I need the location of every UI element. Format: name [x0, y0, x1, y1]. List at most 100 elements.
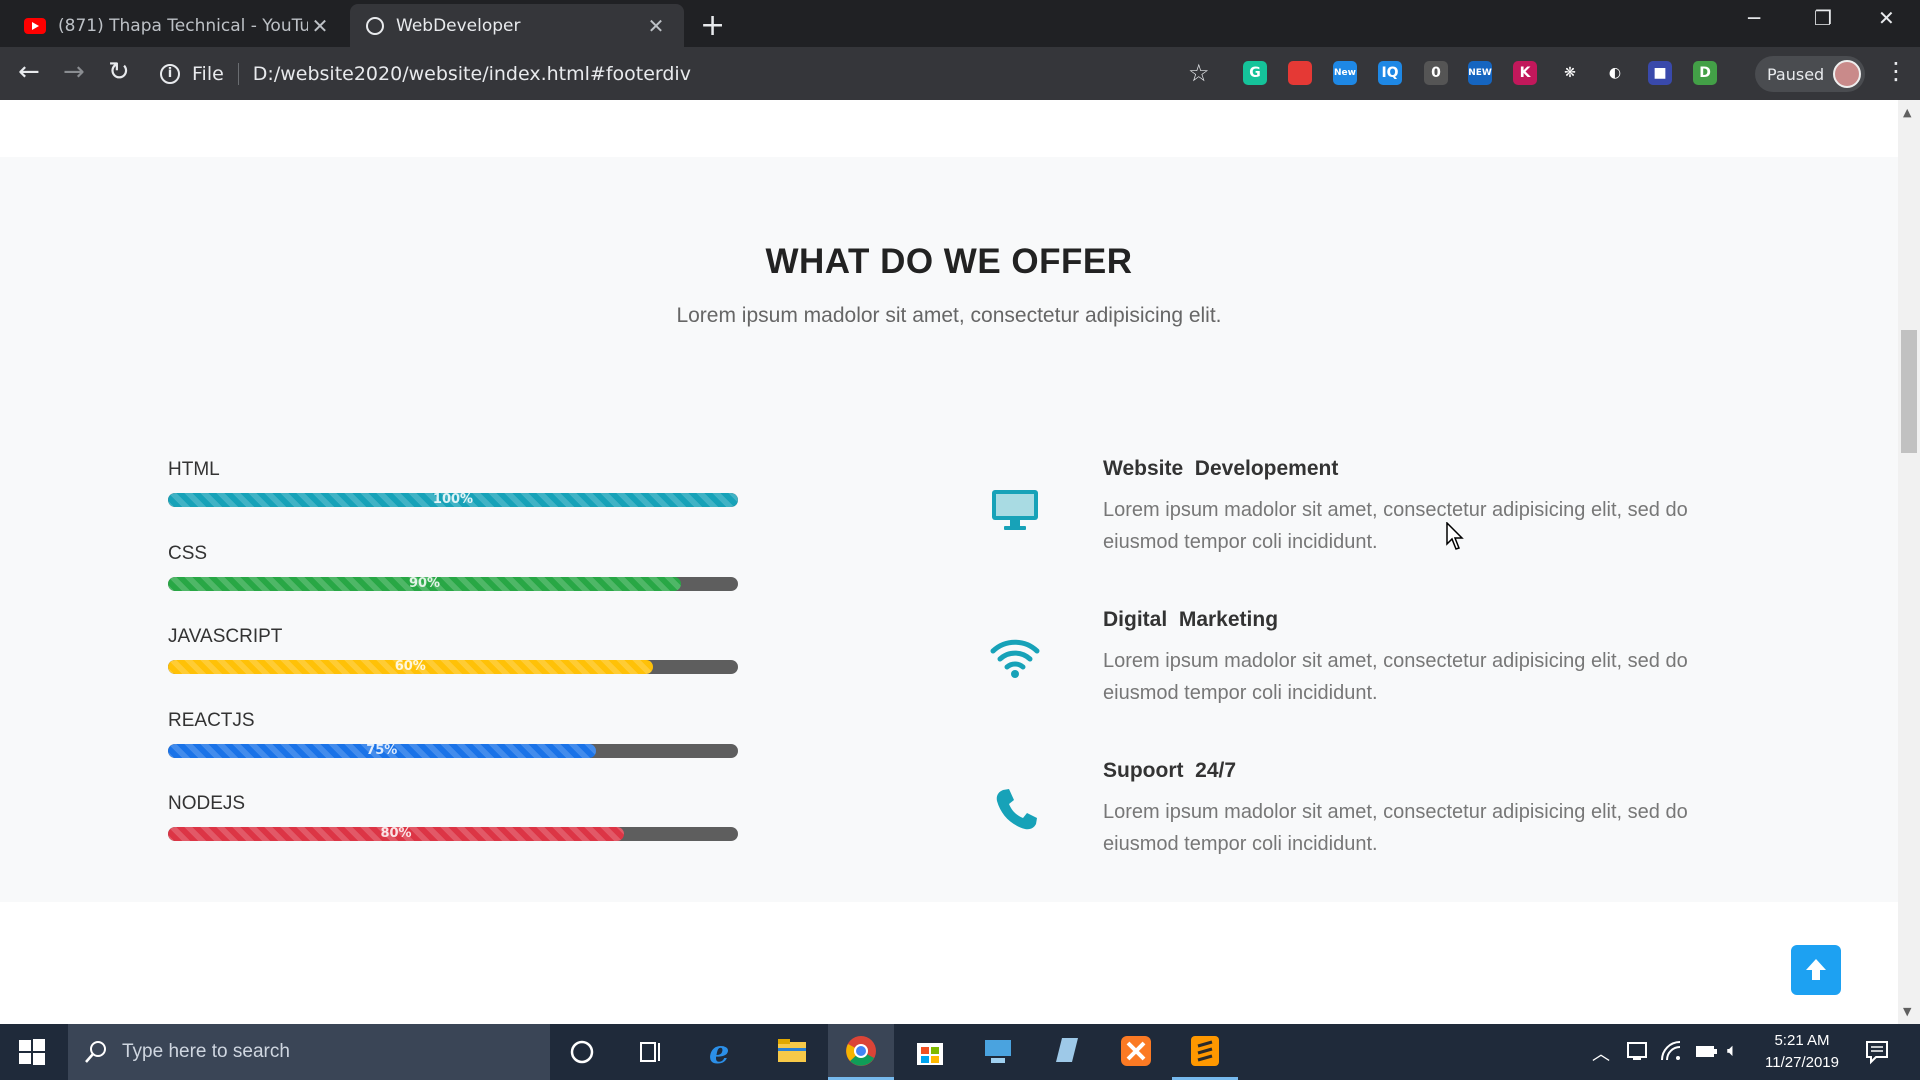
progress-bar: 60%	[168, 660, 738, 674]
arrow-up-icon	[1806, 959, 1826, 980]
counter-icon[interactable]: 0	[1424, 61, 1448, 85]
taskbar-search-input[interactable]: Type here to search	[68, 1024, 550, 1080]
tab-strip: (871) Thapa Technical - YouTube ✕ WebDev…	[0, 0, 1920, 47]
new-tab-button[interactable]: +	[700, 8, 725, 43]
search-placeholder: Type here to search	[122, 1041, 290, 1062]
wifi-tray-icon[interactable]	[1660, 1040, 1682, 1062]
tab-youtube[interactable]: (871) Thapa Technical - YouTube ✕	[8, 4, 348, 47]
cortana-icon[interactable]	[568, 1038, 596, 1066]
service-description: Lorem ipsum madolor sit amet, consectetu…	[1103, 650, 1688, 704]
volume-icon[interactable]: 🔈︎	[1727, 1040, 1738, 1061]
progress-bar: 75%	[168, 744, 738, 758]
forward-button[interactable]: →	[63, 57, 85, 87]
remote-desktop-icon[interactable]	[981, 1034, 1015, 1068]
offer-section: WHAT DO WE OFFER Lorem ipsum madolor sit…	[0, 157, 1898, 902]
skill-item: JAVASCRIPT 60%	[168, 626, 738, 674]
progress-fill: 60%	[168, 660, 653, 674]
reload-button[interactable]: ↻	[108, 57, 130, 87]
progress-fill: 100%	[168, 493, 738, 507]
notepad-icon[interactable]	[1050, 1034, 1084, 1068]
d-icon[interactable]: D	[1693, 61, 1717, 85]
file-explorer-icon[interactable]	[775, 1034, 809, 1068]
skill-item: HTML 100%	[168, 459, 738, 507]
tray-chevron-icon[interactable]: ︿	[1592, 1040, 1610, 1066]
network-status-icon[interactable]	[1626, 1040, 1648, 1062]
progress-percent: 90%	[408, 577, 441, 591]
back-to-top-button[interactable]	[1791, 945, 1841, 995]
grammarly-icon[interactable]: G	[1243, 61, 1267, 85]
mouse-cursor-icon	[1446, 522, 1464, 550]
tab-title: (871) Thapa Technical - YouTube	[58, 15, 308, 36]
minimize-button[interactable]: ─	[1748, 6, 1760, 30]
progress-percent: 100%	[432, 493, 474, 507]
gear-ext-icon[interactable]: ❋	[1558, 61, 1582, 85]
section-title: WHAT DO WE OFFER	[765, 242, 1133, 281]
red-bookmark-icon[interactable]	[1288, 61, 1312, 85]
skill-label: HTML	[168, 459, 220, 480]
iq-icon[interactable]: IQ	[1378, 61, 1402, 85]
compass-ext-icon[interactable]: ◐	[1603, 61, 1627, 85]
bookmark-star-icon[interactable]: ☆	[1188, 59, 1210, 87]
skill-label: NODEJS	[168, 793, 246, 814]
phone-icon	[996, 789, 1037, 830]
section-subtitle: Lorem ipsum madolor sit amet, consectetu…	[676, 304, 1222, 327]
notification-icon[interactable]	[1864, 1039, 1890, 1065]
progress-percent: 75%	[366, 744, 398, 758]
globe-icon	[366, 16, 384, 35]
scroll-down-arrow-icon[interactable]: ▼	[1903, 1005, 1911, 1018]
service-description: Lorem ipsum madolor sit amet, consectetu…	[1103, 801, 1688, 855]
progress-fill: 90%	[168, 577, 681, 591]
restore-button[interactable]: ❐	[1814, 6, 1832, 30]
service-description: Lorem ipsum madolor sit amet, consectetu…	[1103, 499, 1688, 553]
progress-percent: 80%	[380, 827, 412, 841]
progress-fill: 75%	[168, 744, 596, 758]
vertical-scrollbar[interactable]	[1898, 100, 1920, 1024]
url-text[interactable]: D:/website2020/website/index.html#footer…	[253, 63, 691, 85]
window-close-button[interactable]: ✕	[1878, 6, 1895, 30]
new-badge-icon[interactable]: New	[1333, 61, 1357, 85]
progress-fill: 80%	[168, 827, 624, 841]
scheme-label: File	[192, 63, 239, 85]
skill-item: NODEJS 80%	[168, 793, 738, 841]
xampp-icon[interactable]	[1119, 1034, 1153, 1068]
taskbar-clock[interactable]: 5:21 AM 11/27/2019	[1742, 1030, 1862, 1074]
scroll-up-arrow-icon[interactable]: ▲	[1903, 106, 1911, 119]
menu-kebab-icon[interactable]: ⋮	[1884, 57, 1908, 85]
task-view-icon[interactable]	[638, 1038, 666, 1066]
new-ext-icon[interactable]: NEW	[1468, 61, 1492, 85]
svg-text:e: e	[709, 1034, 729, 1068]
avatar	[1833, 60, 1861, 88]
k-icon[interactable]: K	[1513, 61, 1537, 85]
clock-date: 11/27/2019	[1765, 1054, 1839, 1071]
skill-item: REACTJS 75%	[168, 710, 738, 758]
chrome-icon[interactable]	[844, 1034, 878, 1068]
profile-status: Paused	[1767, 64, 1825, 84]
blue-square-icon[interactable]: ■	[1648, 61, 1672, 85]
skill-label: REACTJS	[168, 710, 255, 731]
progress-bar: 90%	[168, 577, 738, 591]
info-icon[interactable]: i	[160, 64, 180, 84]
wifi-icon	[990, 639, 1040, 678]
store-icon[interactable]	[913, 1034, 947, 1068]
address-bar[interactable]: i File D:/website2020/website/index.html…	[160, 55, 1195, 93]
service-title: Supoort 24/7	[1103, 759, 1237, 782]
skill-item: CSS 90%	[168, 543, 738, 591]
tab-webdeveloper[interactable]: WebDeveloper ✕	[350, 4, 684, 47]
close-icon[interactable]: ✕	[308, 14, 332, 38]
monitor-icon	[992, 490, 1038, 530]
battery-icon[interactable]	[1694, 1040, 1718, 1062]
browser-toolbar: ← → ↻ i File D:/website2020/website/inde…	[0, 47, 1920, 100]
sublime-text-icon[interactable]	[1188, 1034, 1222, 1068]
edge-icon[interactable]: e	[706, 1034, 740, 1068]
profile-button[interactable]: Paused	[1755, 56, 1865, 92]
progress-percent: 60%	[394, 660, 426, 674]
service-title: Digital Marketing	[1103, 608, 1279, 631]
back-button[interactable]: ←	[18, 57, 40, 87]
page-viewport: WHAT DO WE OFFER Lorem ipsum madolor sit…	[0, 100, 1898, 1024]
scrollbar-thumb[interactable]	[1901, 330, 1917, 453]
windows-start-icon[interactable]	[17, 1037, 47, 1067]
youtube-icon	[24, 17, 46, 34]
close-icon[interactable]: ✕	[644, 14, 668, 38]
search-icon	[85, 1041, 106, 1063]
windows-taskbar: Type here to search e ︿ 🔈︎ 5:21 AM 11/27…	[0, 1024, 1920, 1080]
